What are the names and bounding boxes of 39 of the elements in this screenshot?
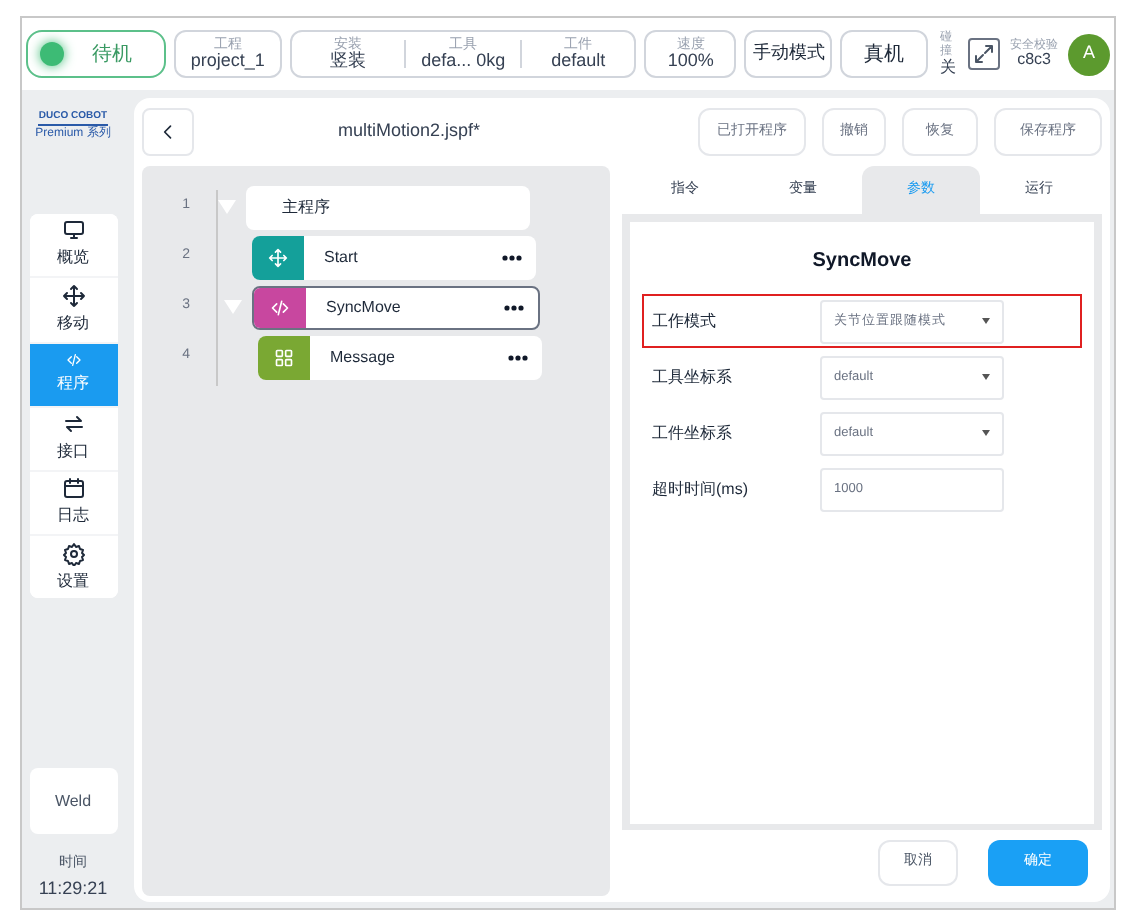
expand-icon: [972, 42, 997, 66]
field-label: 超时时间(ms): [652, 477, 750, 501]
code-icon: [65, 352, 81, 369]
move-arrows-icon: [61, 284, 85, 309]
field-label: 工件坐标系: [652, 421, 734, 445]
clock-time: 11:29:21: [38, 875, 108, 901]
machine-button[interactable]: 真机: [840, 30, 929, 78]
nav-item[interactable]: 设置: [29, 533, 117, 599]
field-label: 工具坐标系: [652, 365, 734, 389]
tree-node[interactable]: 主程序: [246, 185, 530, 229]
dropdown-caret-icon: [982, 430, 990, 436]
expand-caret-icon[interactable]: [218, 200, 238, 214]
move-arrows-icon: [268, 247, 288, 267]
tree-node[interactable]: SyncMove: [252, 285, 540, 329]
collision-value: 关: [940, 59, 957, 76]
monitor-icon: [61, 218, 85, 243]
field-value: default: [551, 51, 606, 71]
field-value: 100%: [667, 51, 714, 71]
code-icon: [270, 297, 290, 317]
field-value: 竖装: [330, 51, 367, 71]
status-label: 待机: [92, 41, 132, 69]
form-title: SyncMove: [810, 248, 914, 276]
weld-button[interactable]: Weld: [29, 768, 117, 834]
tree-node[interactable]: Message: [258, 335, 542, 379]
calendar-icon: [61, 476, 85, 501]
swap-arrows-icon: [61, 412, 85, 437]
dropdown-caret-icon: [982, 318, 990, 324]
dropdown-caret-icon: [982, 374, 990, 380]
mode-button[interactable]: 手动模式: [744, 30, 833, 78]
file-title: multiMotion2.jspf*: [338, 118, 483, 145]
back-button[interactable]: [142, 108, 194, 156]
expand-button[interactable]: [968, 38, 1001, 70]
field-value: defa... 0kg: [421, 51, 506, 71]
gear-icon: [61, 541, 85, 566]
field-value: project_1: [190, 51, 265, 71]
tree-node[interactable]: Start: [252, 235, 536, 279]
safety-value: c8c3: [1017, 52, 1051, 68]
grid-icon: [274, 347, 294, 367]
field-label: 工作模式: [652, 309, 718, 333]
